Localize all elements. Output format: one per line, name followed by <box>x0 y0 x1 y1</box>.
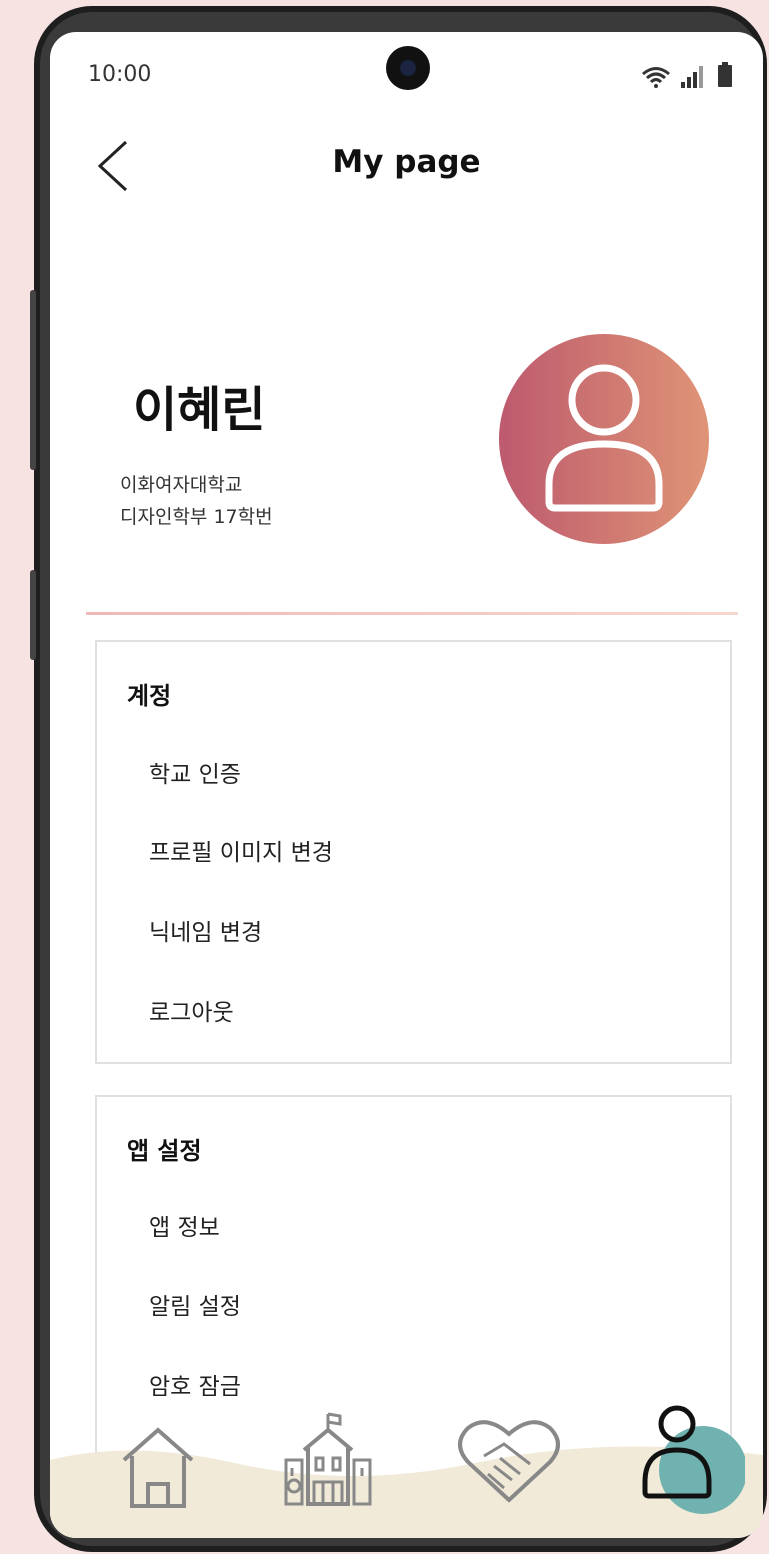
account-section-title: 계정 <box>127 682 172 710</box>
profile-name: 이혜린 <box>133 382 266 438</box>
menu-item-logout[interactable]: 로그아웃 <box>149 993 234 1027</box>
wifi-icon <box>642 67 670 88</box>
menu-item-notification-settings[interactable]: 알림 설정 <box>149 1287 241 1321</box>
user-icon <box>545 364 663 512</box>
profile-icon[interactable] <box>635 1400 745 1520</box>
menu-item-passcode-lock[interactable]: 암호 잠금 <box>149 1367 241 1401</box>
tab-bar <box>50 1400 763 1538</box>
section-divider <box>86 612 738 615</box>
account-card: 계정 학교 인증 프로필 이미지 변경 닉네임 변경 로그아웃 <box>95 640 732 1064</box>
school-icon[interactable] <box>278 1410 378 1512</box>
front-camera <box>386 46 430 90</box>
handshake-icon[interactable] <box>454 1416 564 1506</box>
status-icons <box>641 62 733 88</box>
home-icon[interactable] <box>118 1422 198 1512</box>
menu-item-school-verify[interactable]: 학교 인증 <box>149 755 241 789</box>
volume-button <box>30 290 36 470</box>
menu-item-change-nickname[interactable]: 닉네임 변경 <box>149 913 262 947</box>
menu-item-app-info[interactable]: 앱 정보 <box>149 1208 220 1242</box>
page-title: My page <box>332 144 481 180</box>
school-name: 이화여자대학교 <box>120 474 243 496</box>
app-settings-title: 앱 설정 <box>127 1137 202 1165</box>
screen: 10:00 My page 이혜린 이화여자대학교 디자인학부 17학번 계정 … <box>50 32 763 1538</box>
menu-item-change-profile-image[interactable]: 프로필 이미지 변경 <box>149 833 333 867</box>
signal-icon <box>681 66 703 88</box>
status-time: 10:00 <box>88 62 152 87</box>
power-button <box>30 570 36 660</box>
battery-icon <box>718 62 732 87</box>
avatar[interactable] <box>499 334 709 544</box>
department-year: 디자인학부 17학번 <box>120 506 273 528</box>
profile-school: 이화여자대학교 디자인학부 17학번 <box>120 469 273 533</box>
